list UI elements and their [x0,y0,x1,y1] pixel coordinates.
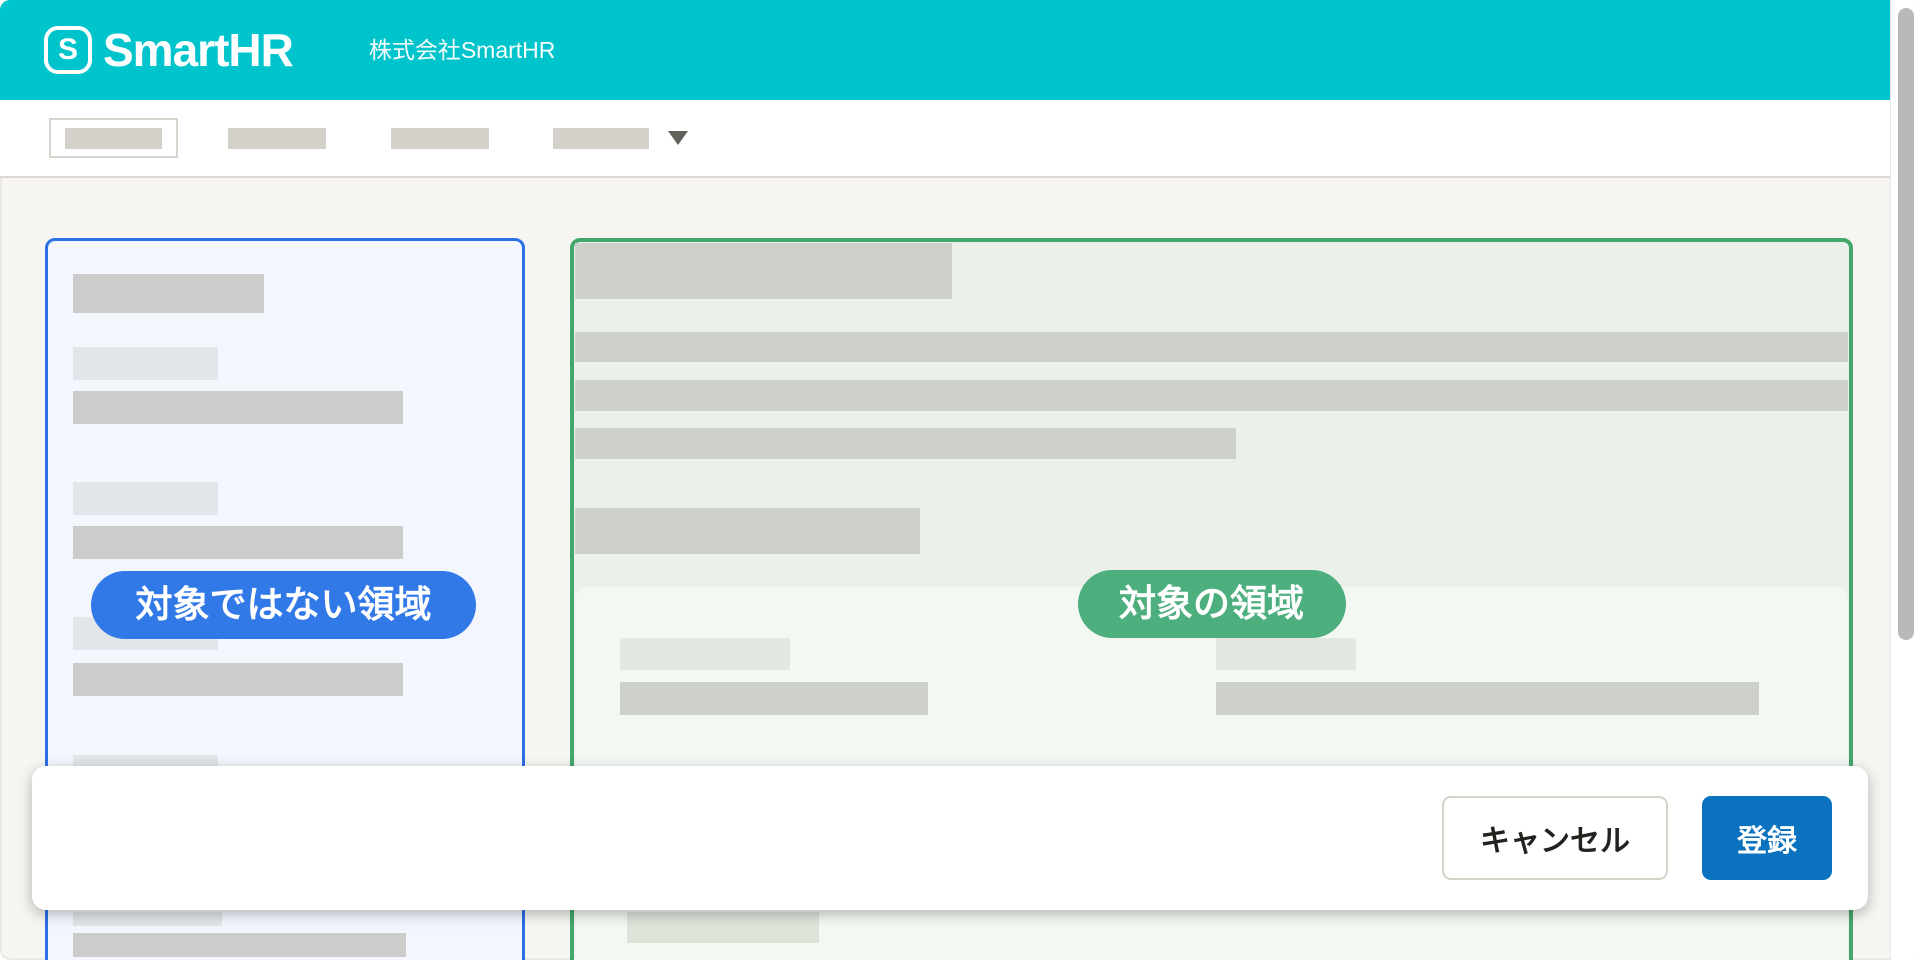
placeholder-field-label-bar [620,638,790,670]
action-bar: キャンセル 登録 [32,766,1868,910]
nav-tab-3[interactable] [391,128,489,149]
placeholder-text-bar [575,380,1848,411]
placeholder-text-bar [73,526,403,559]
placeholder-label-bar [73,347,218,380]
submit-button[interactable]: 登録 [1702,796,1832,880]
placeholder-label-bar [73,482,218,515]
company-name: 株式会社SmartHR [369,39,556,62]
cancel-button[interactable]: キャンセル [1442,796,1668,880]
logo-mark-letter: S [58,35,78,65]
placeholder-field-label-bar [1216,638,1356,670]
placeholder-label-bar [73,912,222,926]
smarthr-page: S SmartHR 株式会社SmartHR 対象ではない領域 [0,0,1920,960]
non-target-region-label: 対象ではない領域 [91,571,476,639]
nav-tab-placeholder-bar [65,128,162,149]
scrollbar-thumb[interactable] [1898,8,1914,640]
placeholder-subheading-bar [575,508,920,554]
logo-wordmark: SmartHR [103,27,293,73]
target-region-label: 対象の領域 [1078,570,1346,638]
nav-tab-active[interactable] [49,118,178,158]
global-nav [0,100,1890,178]
placeholder-text-bar [575,428,1236,459]
scrollbar-track[interactable] [1890,0,1920,960]
smarthr-s-icon: S [44,26,92,74]
placeholder-text-bar [575,332,1848,362]
placeholder-field-bar [620,682,928,715]
placeholder-text-bar [73,663,403,696]
placeholder-text-bar [73,933,406,957]
placeholder-field-label-bar [627,912,819,943]
smarthr-logo[interactable]: S SmartHR [44,26,293,74]
nav-tab-2[interactable] [228,128,326,149]
placeholder-text-bar [73,391,403,424]
placeholder-title-bar [73,274,264,313]
chevron-down-icon[interactable] [668,131,688,145]
placeholder-field-bar [1216,682,1759,715]
app-header: S SmartHR 株式会社SmartHR [0,0,1890,100]
placeholder-heading-bar [575,243,952,299]
nav-tab-dropdown[interactable] [553,128,649,149]
